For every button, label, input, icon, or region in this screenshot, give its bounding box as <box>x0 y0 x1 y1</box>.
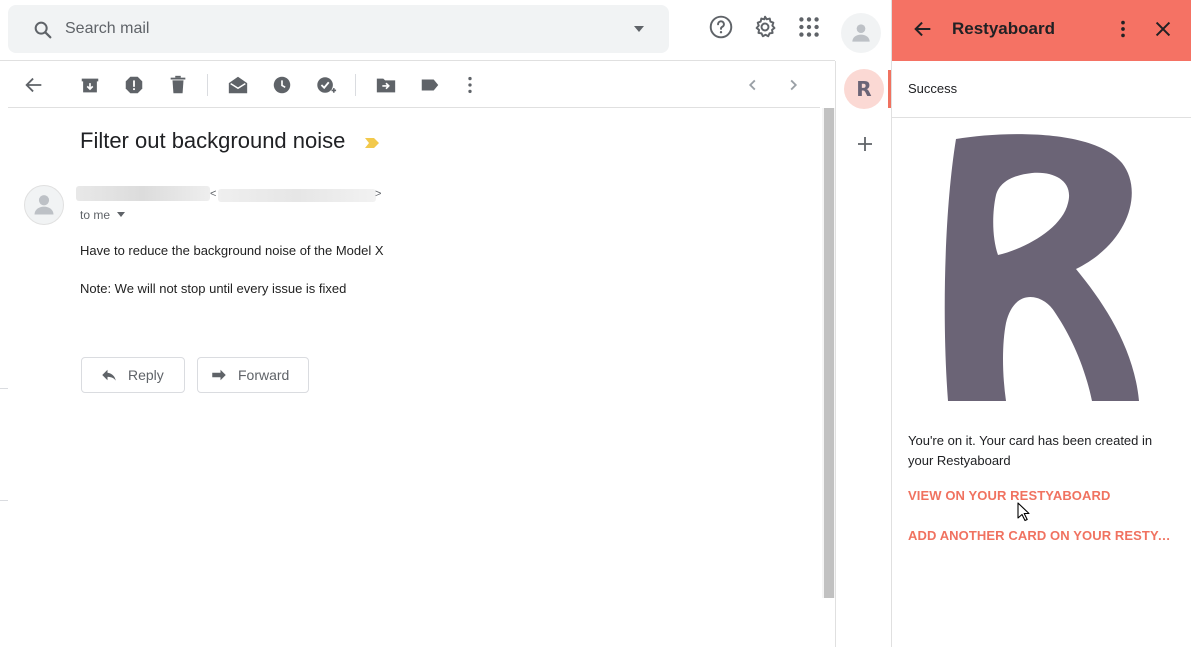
email-subject: Filter out background noise <box>80 128 346 153</box>
close-icon[interactable] <box>1152 18 1174 40</box>
confirmation-message: You're on it. Your card has been created… <box>908 433 1153 468</box>
email-bracket-close: > <box>375 188 382 200</box>
delete-icon[interactable] <box>167 74 189 96</box>
add-another-card-link[interactable]: ADD ANOTHER CARD ON YOUR RESTYABOARD <box>908 528 1180 543</box>
more-icon[interactable] <box>1112 18 1134 40</box>
label-icon[interactable] <box>419 74 441 96</box>
back-icon[interactable] <box>23 74 45 96</box>
add-addon-icon[interactable] <box>856 135 874 153</box>
addon-panel: Restyaboard Success You're on it. Your c… <box>891 0 1191 647</box>
apps-grid-icon[interactable] <box>796 14 822 40</box>
gmail-window: Search mail Filter out background noise … <box>0 0 1191 647</box>
forward-label: Forward <box>238 367 290 383</box>
email-body-line: Note: We will not stop until every issue… <box>80 281 347 296</box>
email-bracket-open: < <box>210 188 217 200</box>
toolbar-divider <box>8 107 820 108</box>
snooze-icon[interactable] <box>271 74 293 96</box>
search-bar[interactable]: Search mail <box>8 5 669 53</box>
addon-header: Restyaboard <box>892 0 1191 61</box>
sender-name-redacted <box>76 186 210 201</box>
addon-letter: R <box>856 77 872 101</box>
person-icon <box>34 195 54 215</box>
person-icon <box>852 24 870 42</box>
status-text: Success <box>908 81 958 96</box>
report-spam-icon[interactable] <box>123 74 145 96</box>
search-input[interactable]: Search mail <box>65 20 149 38</box>
back-icon[interactable] <box>912 18 934 40</box>
add-task-icon[interactable] <box>315 74 337 96</box>
forward-icon <box>212 369 226 381</box>
recipient-details-icon[interactable] <box>117 212 125 217</box>
addon-title: Restyaboard <box>952 19 1055 38</box>
account-avatar[interactable] <box>841 13 881 53</box>
view-on-restyaboard-link[interactable]: VIEW ON YOUR RESTYABOARD <box>908 488 1180 503</box>
important-marker-icon[interactable] <box>364 137 380 149</box>
toolbar-separator <box>355 74 356 96</box>
move-to-icon[interactable] <box>375 74 397 96</box>
prev-icon[interactable] <box>742 74 764 96</box>
toolbar-separator <box>207 74 208 96</box>
search-options-icon[interactable] <box>632 22 646 36</box>
reply-icon <box>102 369 116 381</box>
edge-mark <box>0 500 8 501</box>
settings-icon[interactable] <box>752 14 778 40</box>
recipient-line: to me <box>80 208 111 222</box>
mark-unread-icon[interactable] <box>227 74 249 96</box>
side-rail-divider <box>835 61 836 647</box>
mouse-cursor-icon <box>1017 502 1030 522</box>
search-icon[interactable] <box>32 19 54 41</box>
more-icon[interactable] <box>459 74 481 96</box>
email-body-line: Have to reduce the background noise of t… <box>80 243 384 258</box>
reply-button[interactable]: Reply <box>81 357 185 393</box>
next-icon[interactable] <box>782 74 804 96</box>
edge-mark <box>0 388 8 389</box>
restyaboard-addon-icon[interactable]: R <box>844 69 884 109</box>
sender-avatar <box>24 185 64 225</box>
help-icon[interactable] <box>708 14 734 40</box>
restyaboard-logo <box>944 134 1139 401</box>
sender-email-redacted <box>218 189 376 202</box>
scrollbar-thumb[interactable] <box>824 108 834 598</box>
reply-label: Reply <box>128 367 164 383</box>
header-divider <box>0 60 835 61</box>
forward-button[interactable]: Forward <box>197 357 309 393</box>
panel-divider <box>892 117 1191 118</box>
archive-icon[interactable] <box>79 74 101 96</box>
